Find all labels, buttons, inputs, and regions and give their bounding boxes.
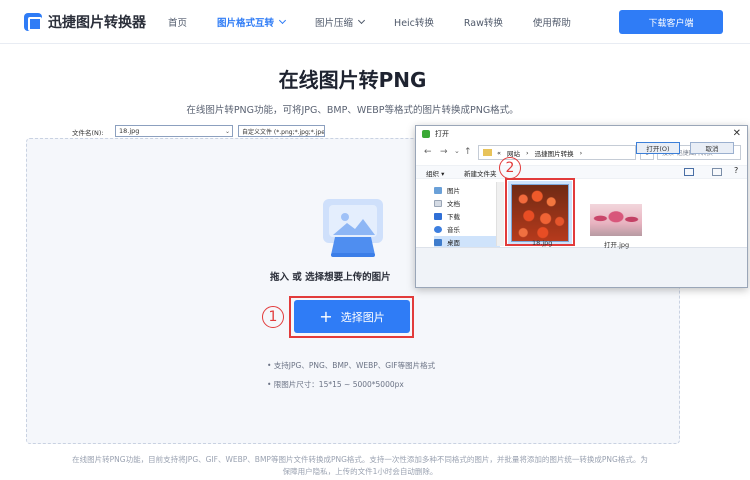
pictures-icon (434, 186, 442, 194)
file-name-label: 18.jpg (532, 239, 553, 247)
step-1-marker: 1 (262, 306, 284, 328)
recent-dropdown-icon[interactable]: ⌄ (454, 147, 460, 155)
dialog-bottom-panel (416, 247, 747, 287)
sidebar-item-documents[interactable]: 文档 (434, 197, 460, 209)
nav-label: 首页 (168, 18, 188, 29)
footer-line: 在线图片转PNG功能，目前支持将JPG、GIF、WEBP、BMP等图片文件转换成… (72, 455, 648, 464)
page-description: 在线图片转PNG功能，可将JPG、BMP、WEBP等格式的图片转换成PNG格式。 (186, 105, 519, 116)
folder-icon (483, 149, 492, 156)
dialog-titlebar: 打开 ✕ (416, 126, 747, 142)
sidebar-label: 桌面 (447, 239, 460, 247)
new-folder-button[interactable]: 新建文件夹 (464, 168, 497, 178)
nav-label: 图片格式互转 (217, 18, 275, 29)
nav-label: 图片压缩 (315, 18, 354, 29)
app-icon (422, 130, 430, 138)
filename-input[interactable]: 18.jpg ⌄ (115, 125, 233, 137)
address-segment[interactable]: 网站 (507, 148, 520, 158)
nav-item-compress[interactable]: 图片压缩 (315, 15, 366, 29)
organize-menu[interactable]: 组织 ▾ (426, 168, 444, 178)
chevron-down-icon (278, 16, 287, 25)
sidebar-item-pictures[interactable]: 图片 (434, 184, 460, 196)
nav-item-format-convert[interactable]: 图片格式互转 (217, 15, 287, 29)
music-icon (434, 225, 442, 233)
view-options-icon[interactable] (684, 168, 694, 176)
sidebar-scrollbar[interactable] (496, 182, 504, 246)
sidebar-label: 文档 (447, 200, 460, 208)
upload-illustration-icon (323, 199, 383, 257)
dialog-title: 打开 (435, 130, 449, 138)
preview-pane-icon[interactable] (712, 168, 722, 176)
nav-label: 使用帮助 (532, 18, 571, 29)
footer-note: 在线图片转PNG功能，目前支持将JPG、GIF、WEBP、BMP等图片文件转换成… (40, 454, 680, 478)
sidebar-label: 下载 (447, 213, 460, 221)
address-separator: › (579, 148, 583, 157)
drop-instruction: 拖入 或 选择想要上传的图片 (270, 272, 391, 283)
logo-icon (24, 13, 42, 31)
dialog-toolbar: 组织 ▾ 新建文件夹 ? (416, 165, 747, 179)
chevron-down-icon[interactable]: ⌄ (225, 128, 230, 135)
file-type-select[interactable]: 自定义文件 (*.png;*.jpg;*.jpeg (238, 125, 325, 137)
page-title: 在线图片转PNG (278, 68, 427, 92)
format-hint: • 支持JPG、PNG、BMP、WEBP、GIF等图片格式 (267, 361, 436, 370)
nav-item-raw[interactable]: Raw转换 (464, 15, 503, 29)
filename-label: 文件名(N): (72, 129, 104, 137)
back-icon[interactable]: ← (424, 147, 432, 157)
cancel-button[interactable]: 取消 (690, 142, 734, 154)
filename-value: 18.jpg (119, 127, 140, 135)
sidebar-label: 音乐 (447, 226, 460, 234)
address-overflow[interactable]: « (497, 149, 501, 157)
select-image-button[interactable]: + 选择图片 (294, 300, 410, 333)
desktop-icon (434, 238, 442, 246)
help-icon[interactable]: ? (734, 166, 738, 175)
nav-item-home[interactable]: 首页 (168, 15, 187, 29)
brand-name: 迅捷图片转换器 (48, 15, 146, 31)
file-name-label: 打开.jpg (604, 241, 630, 249)
close-icon[interactable]: ✕ (733, 128, 741, 139)
forward-icon[interactable]: → (440, 147, 448, 157)
brand-logo[interactable]: 迅捷图片转换器 (24, 11, 146, 33)
file-highlight-outline (505, 178, 575, 246)
top-navbar: 迅捷图片转换器 首页 图片格式互转 图片压缩 Heic转换 Raw转换 使用帮助… (0, 0, 750, 44)
sidebar-item-music[interactable]: 音乐 (434, 223, 460, 235)
size-hint: • 限图片尺寸：15*15 ~ 5000*5000px (267, 380, 404, 389)
open-button[interactable]: 打开(O) (636, 142, 680, 154)
download-icon (434, 212, 442, 220)
download-client-button[interactable]: 下载客户端 (619, 10, 723, 34)
nav-label: Raw转换 (463, 18, 503, 29)
up-folder-icon[interactable]: ↑ (464, 147, 472, 157)
nav-label: Heic转换 (394, 18, 434, 29)
documents-icon (434, 199, 442, 207)
file-thumbnail-open[interactable] (590, 204, 642, 236)
sidebar-label: 图片 (447, 187, 460, 195)
footer-line: 保障用户隐私，上传的文件1小时会自动删除。 (282, 467, 438, 476)
address-separator: › (525, 148, 529, 157)
nav-item-heic[interactable]: Heic转换 (394, 15, 434, 29)
dialog-sidebar: 图片 文档 下载 音乐 桌面 (424, 182, 504, 248)
nav-item-help[interactable]: 使用帮助 (533, 15, 571, 29)
select-image-label: 选择图片 (340, 310, 385, 324)
step-2-marker: 2 (499, 157, 521, 179)
sidebar-item-downloads[interactable]: 下载 (434, 210, 460, 222)
main-nav: 首页 图片格式互转 图片压缩 Heic转换 Raw转换 使用帮助 (168, 0, 601, 44)
address-bar[interactable]: « 网站 › 迅捷图片转换 › (478, 145, 636, 160)
plus-icon: + (319, 306, 333, 326)
chevron-down-icon (358, 16, 366, 25)
address-segment[interactable]: 迅捷图片转换 (535, 148, 574, 158)
